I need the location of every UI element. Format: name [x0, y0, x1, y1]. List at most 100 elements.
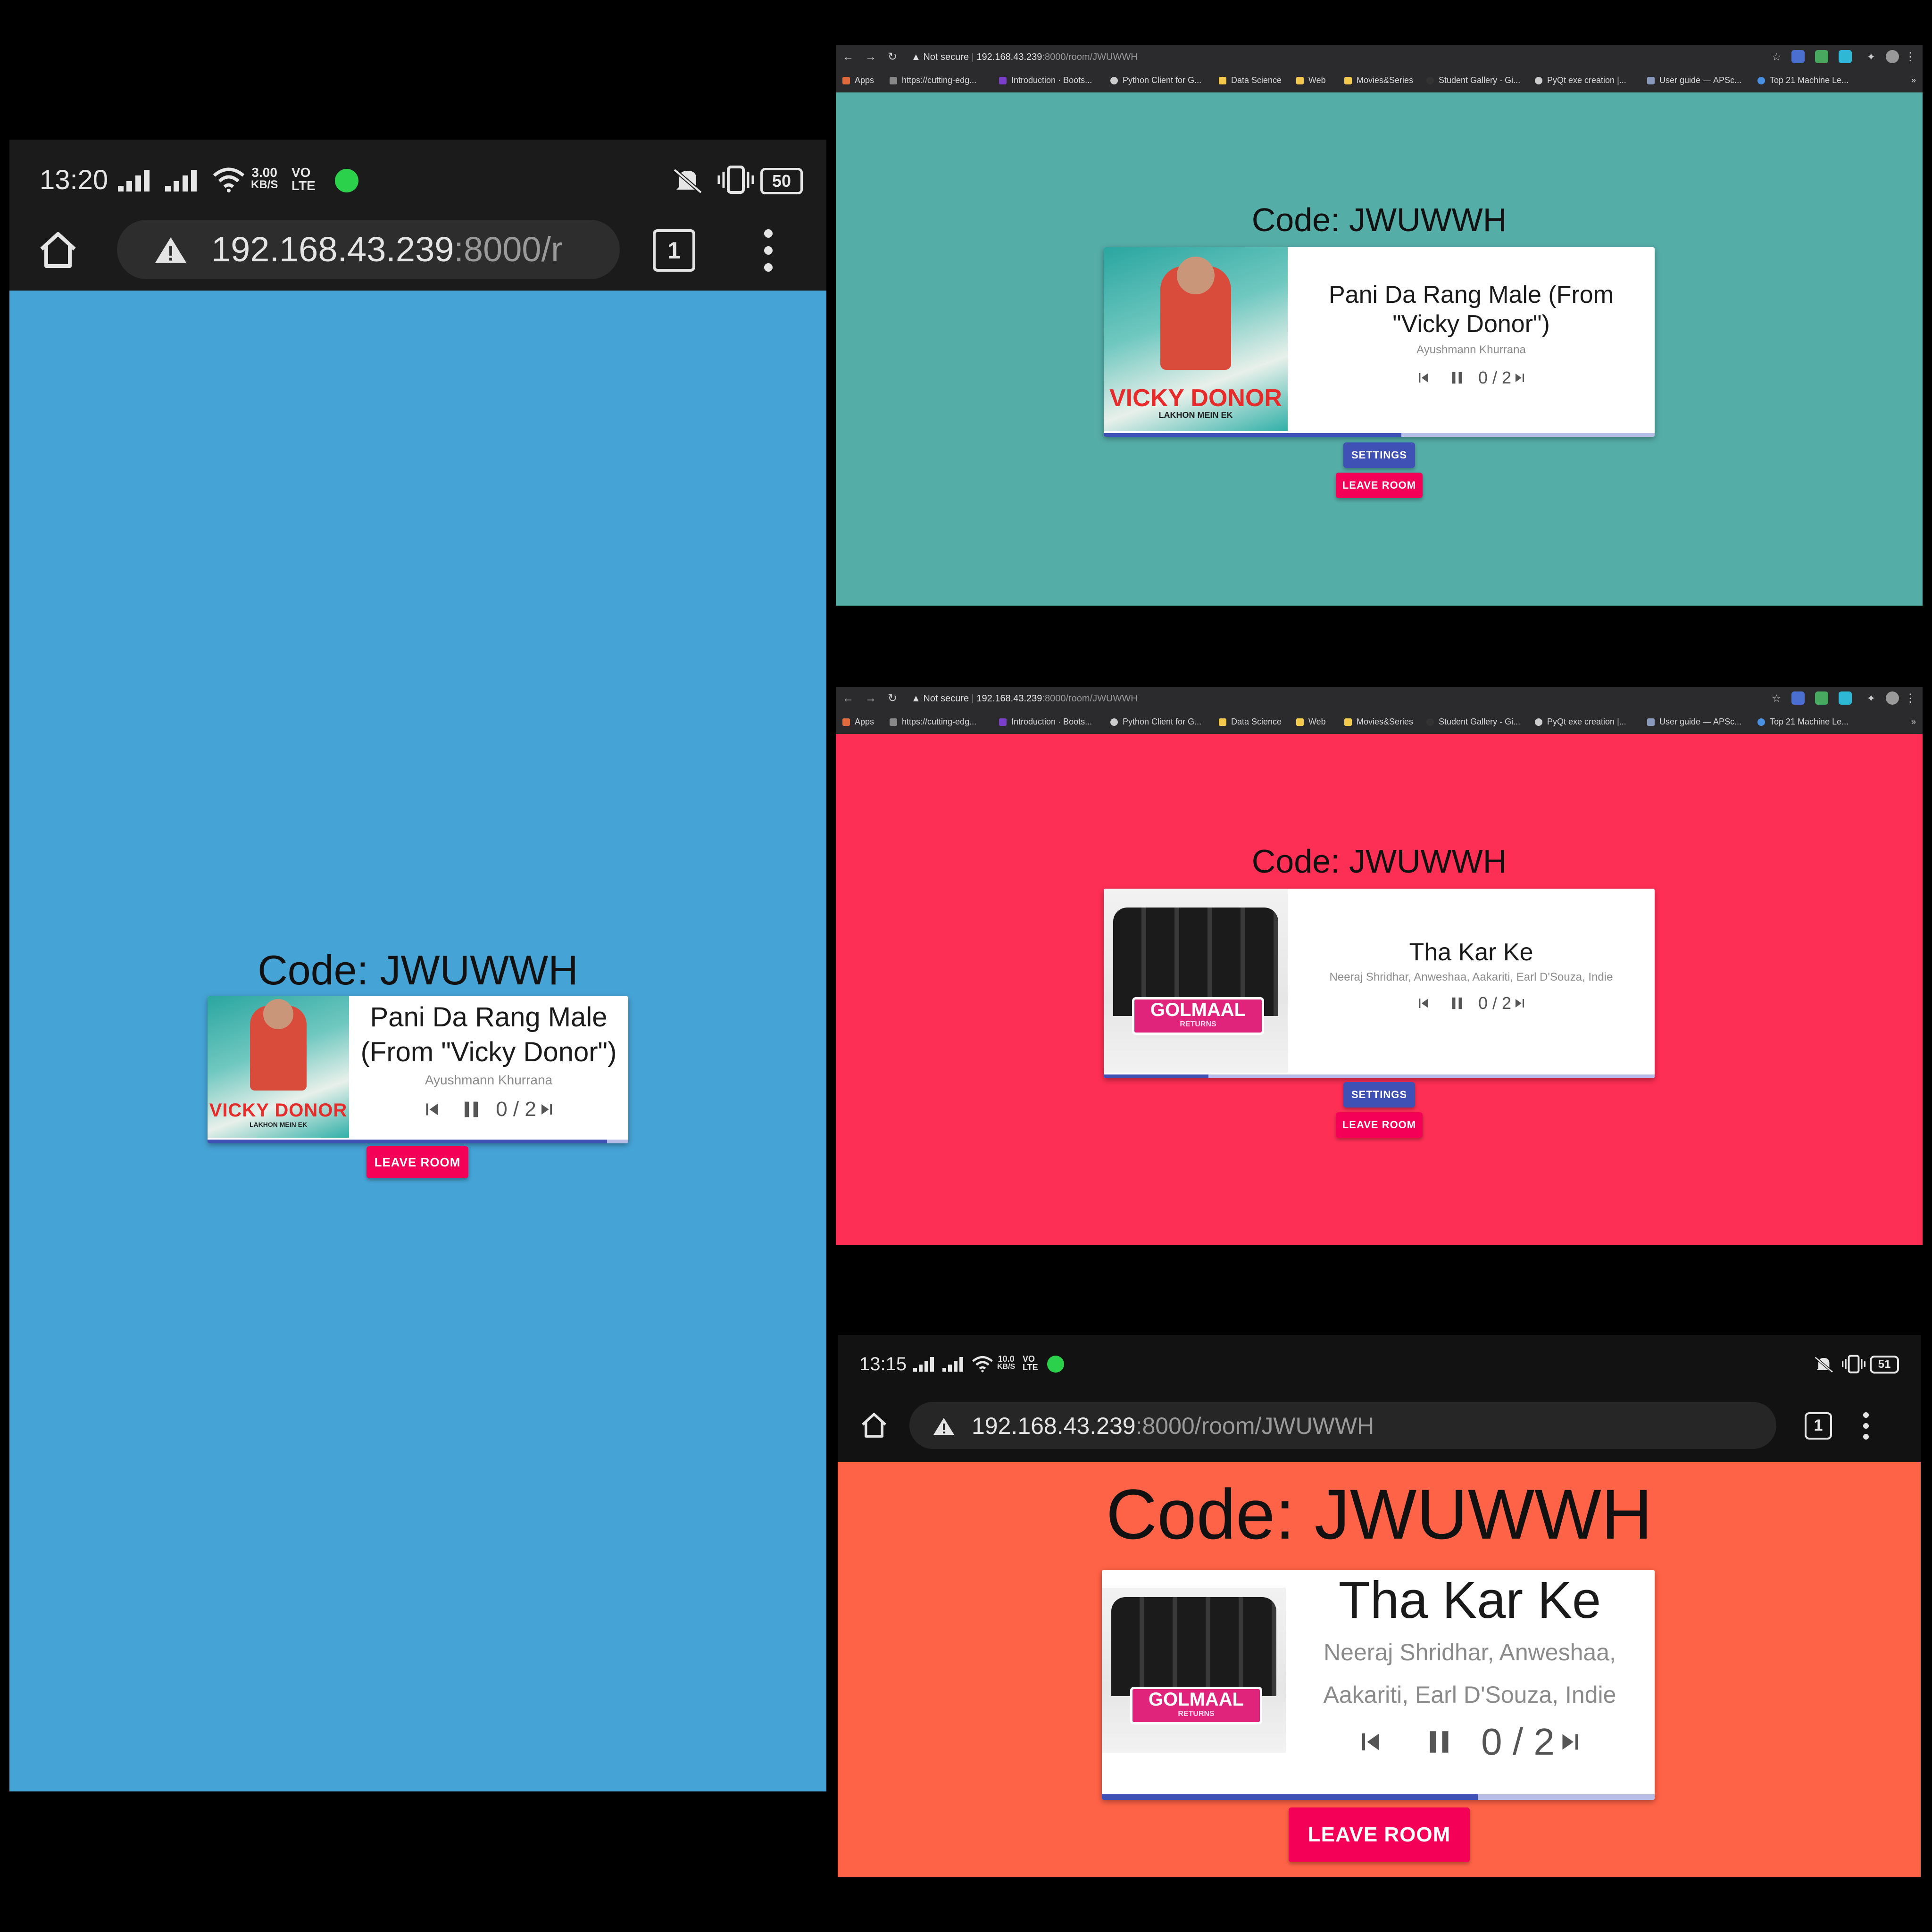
- leave-room-button[interactable]: LEAVE ROOM: [1336, 473, 1423, 498]
- warning-icon: [155, 237, 186, 263]
- next-icon[interactable]: [1511, 995, 1528, 1012]
- menu-kebab-icon[interactable]: [1861, 1412, 1871, 1440]
- browser-toolbar: ← → ↻ ▲ Not secure | 192.168.43.239:8000…: [836, 687, 1923, 710]
- leave-room-button[interactable]: LEAVE ROOM: [1289, 1807, 1470, 1862]
- vibrate-icon: [1841, 1355, 1866, 1374]
- bookmark-10[interactable]: Top 21 Machine Le...: [1757, 717, 1849, 727]
- volte-text: VO: [1023, 1354, 1035, 1364]
- puzzle-icon[interactable]: ✦: [1867, 691, 1875, 706]
- profile-avatar[interactable]: [1886, 50, 1899, 63]
- settings-button[interactable]: SETTINGS: [1343, 1082, 1415, 1108]
- extension-icon-2[interactable]: [1815, 50, 1828, 63]
- back-icon[interactable]: ←: [842, 691, 854, 706]
- room-code-title: Code: JWUWWH: [1251, 201, 1507, 238]
- bookmark-2[interactable]: Introduction · Boots...: [999, 75, 1092, 85]
- bookmark-5[interactable]: Web: [1296, 75, 1326, 85]
- bookmark-label: Python Client for G...: [1123, 717, 1202, 726]
- tab-switcher-button[interactable]: 1: [1805, 1412, 1832, 1440]
- previous-icon[interactable]: [1354, 1725, 1388, 1759]
- bookmark-1[interactable]: https://cutting-edg...: [890, 75, 976, 85]
- bookmark-label: Web: [1308, 717, 1326, 726]
- pause-icon[interactable]: [1447, 993, 1467, 1013]
- song-progress-bar: [1104, 433, 1655, 437]
- url-field[interactable]: 192.168.43.239:8000/r: [117, 220, 620, 279]
- previous-icon[interactable]: [1414, 368, 1433, 387]
- address-bar[interactable]: ▲ Not secure | 192.168.43.239:8000/room/…: [911, 49, 1767, 65]
- bookmark-label: https://cutting-edg...: [902, 75, 977, 85]
- profile-avatar[interactable]: [1886, 691, 1899, 705]
- pause-icon[interactable]: [1447, 368, 1467, 388]
- bookmark-label: Introduction · Boots...: [1011, 75, 1092, 85]
- bookmark-3[interactable]: Python Client for G...: [1110, 75, 1201, 85]
- bookmark-4[interactable]: Data Science: [1219, 717, 1282, 727]
- bookmarks-overflow[interactable]: »: [1911, 75, 1916, 85]
- bookmark-8[interactable]: PyQt exe creation |...: [1535, 75, 1626, 85]
- bookmark-apps[interactable]: Apps: [842, 75, 874, 85]
- pause-icon[interactable]: [458, 1096, 484, 1123]
- bookmark-9[interactable]: User guide — APSc...: [1647, 717, 1741, 727]
- bookmark-5[interactable]: Web: [1296, 717, 1326, 727]
- bookmark-label: Movies&Series: [1357, 75, 1414, 85]
- bookmark-8[interactable]: PyQt exe creation |...: [1535, 717, 1626, 727]
- mute-vibrate-icon: [1814, 1356, 1833, 1373]
- menu-kebab-icon[interactable]: ⋮: [1905, 691, 1916, 706]
- skip-votes: 0 / 2: [496, 1098, 536, 1121]
- star-icon[interactable]: ☆: [1772, 50, 1781, 64]
- forward-icon[interactable]: →: [865, 50, 876, 64]
- song-progress-fill: [1102, 1794, 1478, 1800]
- bookmark-10[interactable]: Top 21 Machine Le...: [1757, 75, 1849, 85]
- home-icon[interactable]: [859, 1410, 889, 1440]
- tab-switcher-button[interactable]: 1: [653, 229, 695, 272]
- bookmark-7[interactable]: Student Gallery - Gi...: [1426, 717, 1520, 727]
- leave-room-button[interactable]: LEAVE ROOM: [366, 1146, 468, 1178]
- home-icon[interactable]: [37, 228, 79, 271]
- song-artist: Neeraj Shridhar, Anweshaa, Aakariti, Ear…: [1323, 1639, 1616, 1708]
- puzzle-icon[interactable]: ✦: [1867, 50, 1875, 64]
- star-icon[interactable]: ☆: [1772, 691, 1781, 706]
- wifi-icon: [972, 1356, 993, 1373]
- url-path: :8000/r: [454, 230, 563, 269]
- extension-icon-3[interactable]: [1839, 50, 1852, 63]
- bookmark-apps[interactable]: Apps: [842, 717, 874, 727]
- bookmark-label: User guide — APSc...: [1659, 75, 1742, 85]
- settings-button[interactable]: SETTINGS: [1343, 442, 1415, 468]
- reload-icon[interactable]: ↻: [888, 691, 897, 706]
- reload-icon[interactable]: ↻: [888, 50, 897, 64]
- address-bar[interactable]: ▲ Not secure | 192.168.43.239:8000/room/…: [911, 691, 1767, 707]
- bookmark-1[interactable]: https://cutting-edg...: [890, 717, 976, 727]
- extension-icon-3[interactable]: [1839, 691, 1852, 705]
- battery-icon: 50: [760, 168, 803, 194]
- extension-icon-2[interactable]: [1815, 691, 1828, 705]
- previous-icon[interactable]: [1414, 994, 1433, 1013]
- bookmark-6[interactable]: Movies&Series: [1344, 717, 1413, 727]
- pause-icon[interactable]: [1421, 1724, 1457, 1760]
- url-field[interactable]: 192.168.43.239:8000/room/JWUWWH: [909, 1402, 1776, 1449]
- bookmarks-overflow[interactable]: »: [1911, 717, 1916, 727]
- url-host: 192.168.43.239: [972, 1413, 1136, 1439]
- browser-toolbar: ← → ↻ ▲ Not secure | 192.168.43.239:8000…: [836, 45, 1923, 69]
- next-icon[interactable]: [1555, 1726, 1586, 1757]
- bookmark-4[interactable]: Data Science: [1219, 75, 1282, 85]
- bookmark-3[interactable]: Python Client for G...: [1110, 717, 1201, 727]
- bookmark-2[interactable]: Introduction · Boots...: [999, 717, 1092, 727]
- bookmark-7[interactable]: Student Gallery - Gi...: [1426, 75, 1520, 85]
- bookmark-9[interactable]: User guide — APSc...: [1647, 75, 1741, 85]
- forward-icon[interactable]: →: [865, 691, 876, 706]
- extension-icon-1[interactable]: [1791, 50, 1805, 63]
- menu-kebab-icon[interactable]: ⋮: [1905, 50, 1916, 64]
- bookmarks-bar: Apps https://cutting-edg... Introduction…: [836, 69, 1923, 92]
- lte-text: LTE: [291, 178, 316, 193]
- song-progress-fill: [1104, 433, 1401, 437]
- back-icon[interactable]: ←: [842, 50, 854, 64]
- next-icon[interactable]: [1511, 369, 1528, 386]
- next-icon[interactable]: [536, 1099, 557, 1120]
- bookmark-6[interactable]: Movies&Series: [1344, 75, 1413, 85]
- bookmark-label: Student Gallery - Gi...: [1439, 75, 1521, 85]
- extension-icon-1[interactable]: [1791, 691, 1805, 705]
- previous-icon[interactable]: [420, 1098, 444, 1121]
- url-path: :8000/room/JWUWWH: [1135, 1413, 1374, 1439]
- vibrate-icon: [717, 166, 754, 194]
- leave-room-button[interactable]: LEAVE ROOM: [1336, 1112, 1423, 1138]
- menu-kebab-icon[interactable]: [761, 229, 775, 272]
- music-player-card: GOLMAAL RETURNS Tha Kar Ke Neeraj Shridha…: [1102, 1570, 1655, 1800]
